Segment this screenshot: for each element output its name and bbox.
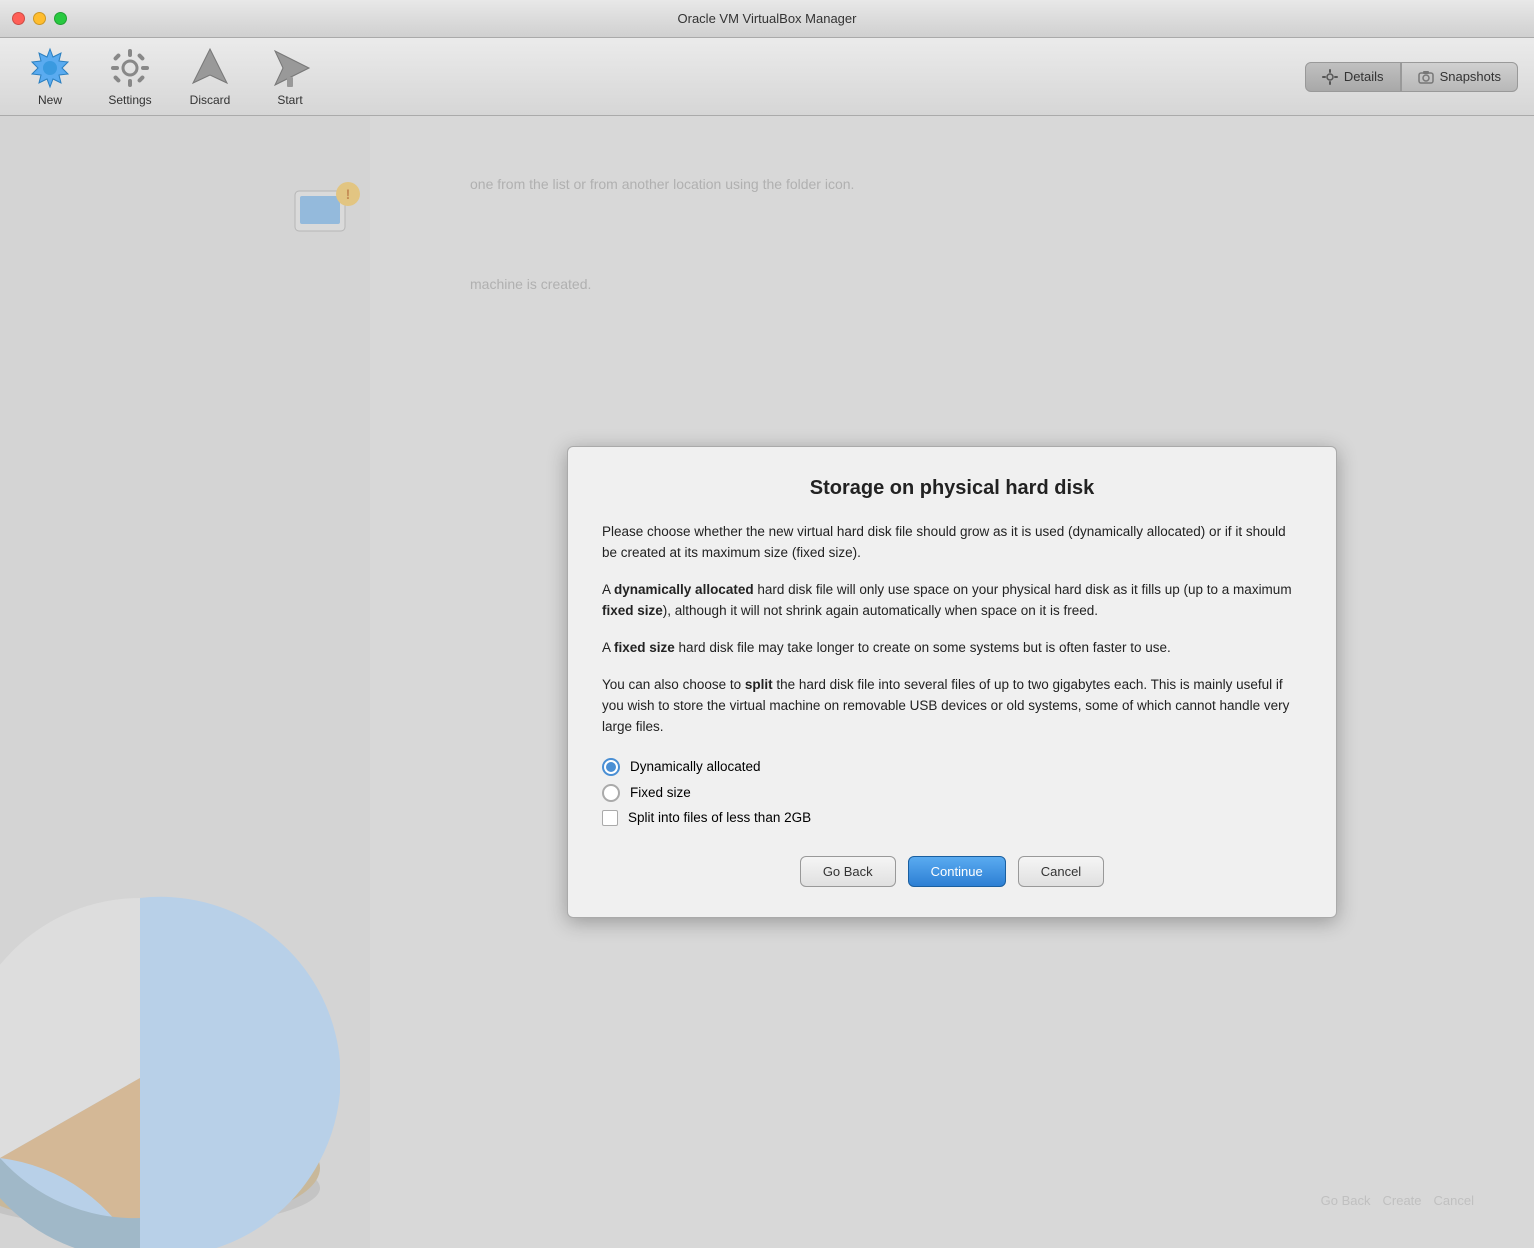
dialog-footer: Go Back Continue Cancel — [602, 856, 1302, 887]
dialog-desc-4: You can also choose to split the hard di… — [602, 675, 1302, 738]
toolbar-tabs: Details Snapshots — [1305, 62, 1518, 92]
settings-label: Settings — [108, 93, 151, 107]
option-dynamic[interactable]: Dynamically allocated — [602, 758, 1302, 776]
dialog-desc-3: A fixed size hard disk file may take lon… — [602, 638, 1302, 659]
continue-button[interactable]: Continue — [908, 856, 1006, 887]
dialog-desc-1: Please choose whether the new virtual ha… — [602, 522, 1302, 564]
settings-icon — [109, 47, 151, 89]
snapshots-tab[interactable]: Snapshots — [1401, 62, 1518, 92]
cancel-button[interactable]: Cancel — [1018, 856, 1104, 887]
option-dynamic-label: Dynamically allocated — [630, 759, 761, 774]
bold-fixed-size-2: fixed size — [614, 640, 675, 655]
discard-icon — [189, 47, 231, 89]
radio-fixed-circle — [602, 784, 620, 802]
svg-text:!: ! — [346, 186, 351, 202]
radio-options: Dynamically allocated Fixed size Split i… — [602, 758, 1302, 826]
radio-dynamic-circle — [602, 758, 620, 776]
bg-go-back: Go Back — [1321, 1193, 1371, 1208]
bold-dynamically: dynamically allocated — [614, 582, 754, 597]
gear-icon — [1322, 69, 1338, 85]
checkbox-split — [602, 810, 618, 826]
start-label: Start — [277, 93, 302, 107]
option-split[interactable]: Split into files of less than 2GB — [602, 810, 1302, 826]
start-button[interactable]: Start — [250, 42, 330, 112]
go-back-button[interactable]: Go Back — [800, 856, 896, 887]
bg-buttons: Go Back Create Cancel — [1321, 1193, 1474, 1208]
camera-icon — [1418, 69, 1434, 85]
close-button[interactable] — [12, 12, 25, 25]
discard-label: Discard — [190, 93, 231, 107]
bg-text-2: machine is created. — [470, 276, 591, 292]
main-area: ! one from the list or from another loca… — [0, 116, 1534, 1248]
vbox-icon: ! — [290, 176, 360, 251]
dialog: Storage on physical hard disk Please cho… — [567, 446, 1337, 917]
toolbar: New Settings Discard — [0, 38, 1534, 116]
bg-text-1: one from the list or from another locati… — [470, 176, 870, 192]
snapshots-tab-label: Snapshots — [1440, 69, 1501, 84]
option-fixed-label: Fixed size — [630, 785, 691, 800]
radio-dynamic-dot — [606, 762, 616, 772]
bold-split: split — [745, 677, 773, 692]
pie-chart — [0, 868, 340, 1248]
details-tab[interactable]: Details — [1305, 62, 1401, 92]
bg-cancel: Cancel — [1434, 1193, 1474, 1208]
details-tab-label: Details — [1344, 69, 1384, 84]
settings-button[interactable]: Settings — [90, 42, 170, 112]
sidebar: ! — [0, 116, 370, 1248]
dialog-desc-2: A dynamically allocated hard disk file w… — [602, 580, 1302, 622]
discard-button[interactable]: Discard — [170, 42, 250, 112]
content-area: one from the list or from another locati… — [370, 116, 1534, 1248]
dialog-body: Please choose whether the new virtual ha… — [602, 522, 1302, 737]
option-split-label: Split into files of less than 2GB — [628, 810, 811, 825]
bold-fixed-size: fixed size — [602, 603, 663, 618]
bg-create: Create — [1383, 1193, 1422, 1208]
window-controls — [12, 12, 67, 25]
minimize-button[interactable] — [33, 12, 46, 25]
dialog-title: Storage on physical hard disk — [602, 477, 1302, 500]
maximize-button[interactable] — [54, 12, 67, 25]
new-button[interactable]: New — [10, 42, 90, 112]
title-bar: Oracle VM VirtualBox Manager — [0, 0, 1534, 38]
option-fixed[interactable]: Fixed size — [602, 784, 1302, 802]
new-label: New — [38, 93, 62, 107]
window-title: Oracle VM VirtualBox Manager — [678, 11, 857, 26]
new-icon — [29, 47, 71, 89]
start-icon — [269, 47, 311, 89]
